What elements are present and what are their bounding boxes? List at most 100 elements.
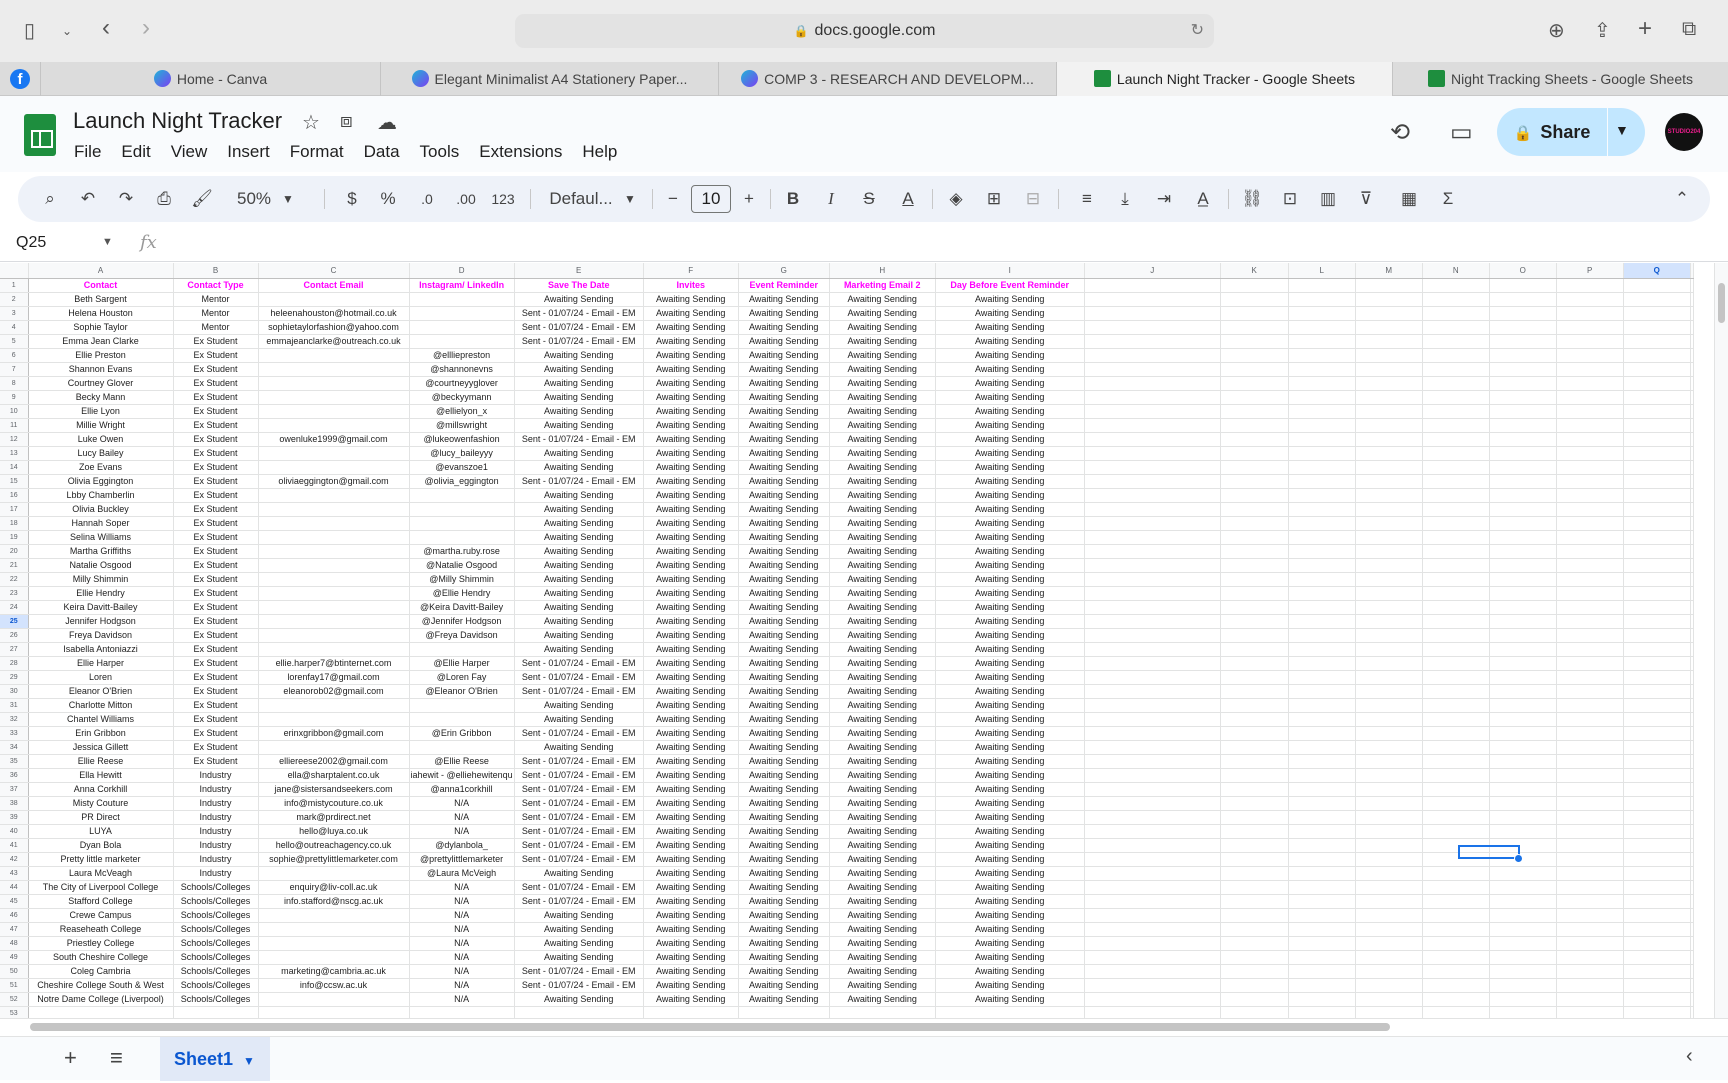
cell[interactable]: Awaiting Sending bbox=[829, 432, 936, 447]
cell[interactable]: N/A bbox=[409, 796, 515, 811]
cell[interactable] bbox=[258, 936, 410, 951]
cell[interactable]: Ex Student bbox=[173, 698, 259, 713]
cell[interactable] bbox=[1422, 502, 1490, 517]
cell[interactable]: Awaiting Sending bbox=[514, 502, 644, 517]
cell[interactable]: Awaiting Sending bbox=[935, 558, 1085, 573]
cell[interactable]: Milly Shimmin bbox=[28, 572, 174, 587]
cell[interactable] bbox=[1220, 474, 1289, 489]
cell[interactable]: Ex Student bbox=[173, 656, 259, 671]
row-number[interactable]: 42 bbox=[0, 852, 29, 867]
row-number[interactable]: 22 bbox=[0, 572, 29, 587]
cell[interactable] bbox=[1220, 964, 1289, 979]
cell[interactable] bbox=[1422, 852, 1490, 867]
cell[interactable]: Awaiting Sending bbox=[829, 586, 936, 601]
cell[interactable]: info.stafford@nscg.ac.uk bbox=[258, 894, 410, 909]
row-number[interactable]: 21 bbox=[0, 558, 29, 573]
cell[interactable]: Awaiting Sending bbox=[643, 460, 739, 475]
cell[interactable]: Awaiting Sending bbox=[643, 894, 739, 909]
cell[interactable] bbox=[1422, 376, 1490, 391]
cell[interactable] bbox=[1422, 460, 1490, 475]
cell[interactable] bbox=[1422, 628, 1490, 643]
cell[interactable]: N/A bbox=[409, 936, 515, 951]
cell[interactable] bbox=[1489, 880, 1557, 895]
cell[interactable] bbox=[173, 1006, 259, 1018]
cell[interactable] bbox=[258, 348, 410, 363]
cell[interactable]: Awaiting Sending bbox=[935, 502, 1085, 517]
cell[interactable]: Awaiting Sending bbox=[829, 656, 936, 671]
cell[interactable]: Ex Student bbox=[173, 334, 259, 349]
cell[interactable] bbox=[1084, 866, 1221, 881]
sheets-logo-icon[interactable] bbox=[24, 114, 56, 156]
cell[interactable]: Awaiting Sending bbox=[935, 754, 1085, 769]
cell[interactable] bbox=[1556, 460, 1624, 475]
row-number[interactable]: 17 bbox=[0, 502, 29, 517]
cell[interactable]: Sent - 01/07/24 - Email - EM bbox=[514, 824, 644, 839]
cell[interactable] bbox=[1556, 740, 1624, 755]
header-cell[interactable] bbox=[1422, 278, 1490, 293]
cell[interactable]: Ex Student bbox=[173, 362, 259, 377]
column-header[interactable]: F bbox=[643, 263, 739, 279]
cell[interactable]: Awaiting Sending bbox=[514, 922, 644, 937]
row-number[interactable]: 50 bbox=[0, 964, 29, 979]
cell[interactable]: Awaiting Sending bbox=[738, 754, 830, 769]
cell[interactable] bbox=[1690, 670, 1694, 685]
cell[interactable] bbox=[1422, 474, 1490, 489]
cell[interactable] bbox=[1623, 586, 1691, 601]
cell[interactable]: Awaiting Sending bbox=[935, 488, 1085, 503]
cell[interactable] bbox=[1355, 586, 1423, 601]
cell[interactable]: Awaiting Sending bbox=[643, 600, 739, 615]
cell[interactable] bbox=[1556, 418, 1624, 433]
cell[interactable]: Awaiting Sending bbox=[829, 390, 936, 405]
cell[interactable]: Awaiting Sending bbox=[643, 474, 739, 489]
cell[interactable]: Sent - 01/07/24 - Email - EM bbox=[514, 880, 644, 895]
cell[interactable] bbox=[1623, 950, 1691, 965]
row-number[interactable]: 43 bbox=[0, 866, 29, 881]
cell[interactable] bbox=[1623, 516, 1691, 531]
cell[interactable]: Ex Student bbox=[173, 446, 259, 461]
row-number[interactable]: 52 bbox=[0, 992, 29, 1007]
menu-view[interactable]: View bbox=[161, 140, 218, 166]
cell[interactable]: Awaiting Sending bbox=[643, 628, 739, 643]
header-cell[interactable] bbox=[1288, 278, 1356, 293]
cell[interactable] bbox=[1220, 502, 1289, 517]
undo-icon[interactable]: ↶ bbox=[76, 176, 100, 222]
cell[interactable] bbox=[1084, 964, 1221, 979]
cell[interactable] bbox=[1084, 1006, 1221, 1018]
cell[interactable] bbox=[1355, 544, 1423, 559]
cell[interactable]: Awaiting Sending bbox=[643, 698, 739, 713]
cell[interactable] bbox=[258, 376, 410, 391]
cell[interactable]: @Laura McVeigh bbox=[409, 866, 515, 881]
cell[interactable] bbox=[1220, 306, 1289, 321]
cell[interactable] bbox=[1690, 488, 1694, 503]
cell[interactable] bbox=[1084, 530, 1221, 545]
cell[interactable] bbox=[1288, 418, 1356, 433]
italic-icon[interactable]: I bbox=[820, 176, 842, 222]
cell[interactable]: jane@sistersandseekers.com bbox=[258, 782, 410, 797]
cell[interactable] bbox=[1084, 922, 1221, 937]
cell[interactable]: Awaiting Sending bbox=[643, 390, 739, 405]
cell[interactable] bbox=[1556, 544, 1624, 559]
cell[interactable] bbox=[1556, 866, 1624, 881]
row-number[interactable]: 38 bbox=[0, 796, 29, 811]
cell[interactable]: Lucy Bailey bbox=[28, 446, 174, 461]
cell[interactable] bbox=[1422, 614, 1490, 629]
cell[interactable]: info@mistycouture.co.uk bbox=[258, 796, 410, 811]
cell[interactable] bbox=[258, 502, 410, 517]
cell[interactable]: Awaiting Sending bbox=[643, 404, 739, 419]
cell[interactable]: Beth Sargent bbox=[28, 292, 174, 307]
cell[interactable]: Awaiting Sending bbox=[738, 866, 830, 881]
cell[interactable] bbox=[1355, 908, 1423, 923]
cell[interactable] bbox=[1690, 418, 1694, 433]
cell[interactable]: Schools/Colleges bbox=[173, 992, 259, 1007]
row-number[interactable]: 37 bbox=[0, 782, 29, 797]
cell[interactable]: Awaiting Sending bbox=[738, 292, 830, 307]
cell[interactable] bbox=[1422, 782, 1490, 797]
cell[interactable]: Ex Student bbox=[173, 516, 259, 531]
cell[interactable] bbox=[1489, 558, 1557, 573]
cell[interactable] bbox=[1355, 292, 1423, 307]
cell[interactable]: Olivia Eggington bbox=[28, 474, 174, 489]
cell[interactable] bbox=[1355, 460, 1423, 475]
cell[interactable] bbox=[1355, 796, 1423, 811]
cell[interactable] bbox=[1556, 488, 1624, 503]
cell[interactable]: Awaiting Sending bbox=[738, 362, 830, 377]
